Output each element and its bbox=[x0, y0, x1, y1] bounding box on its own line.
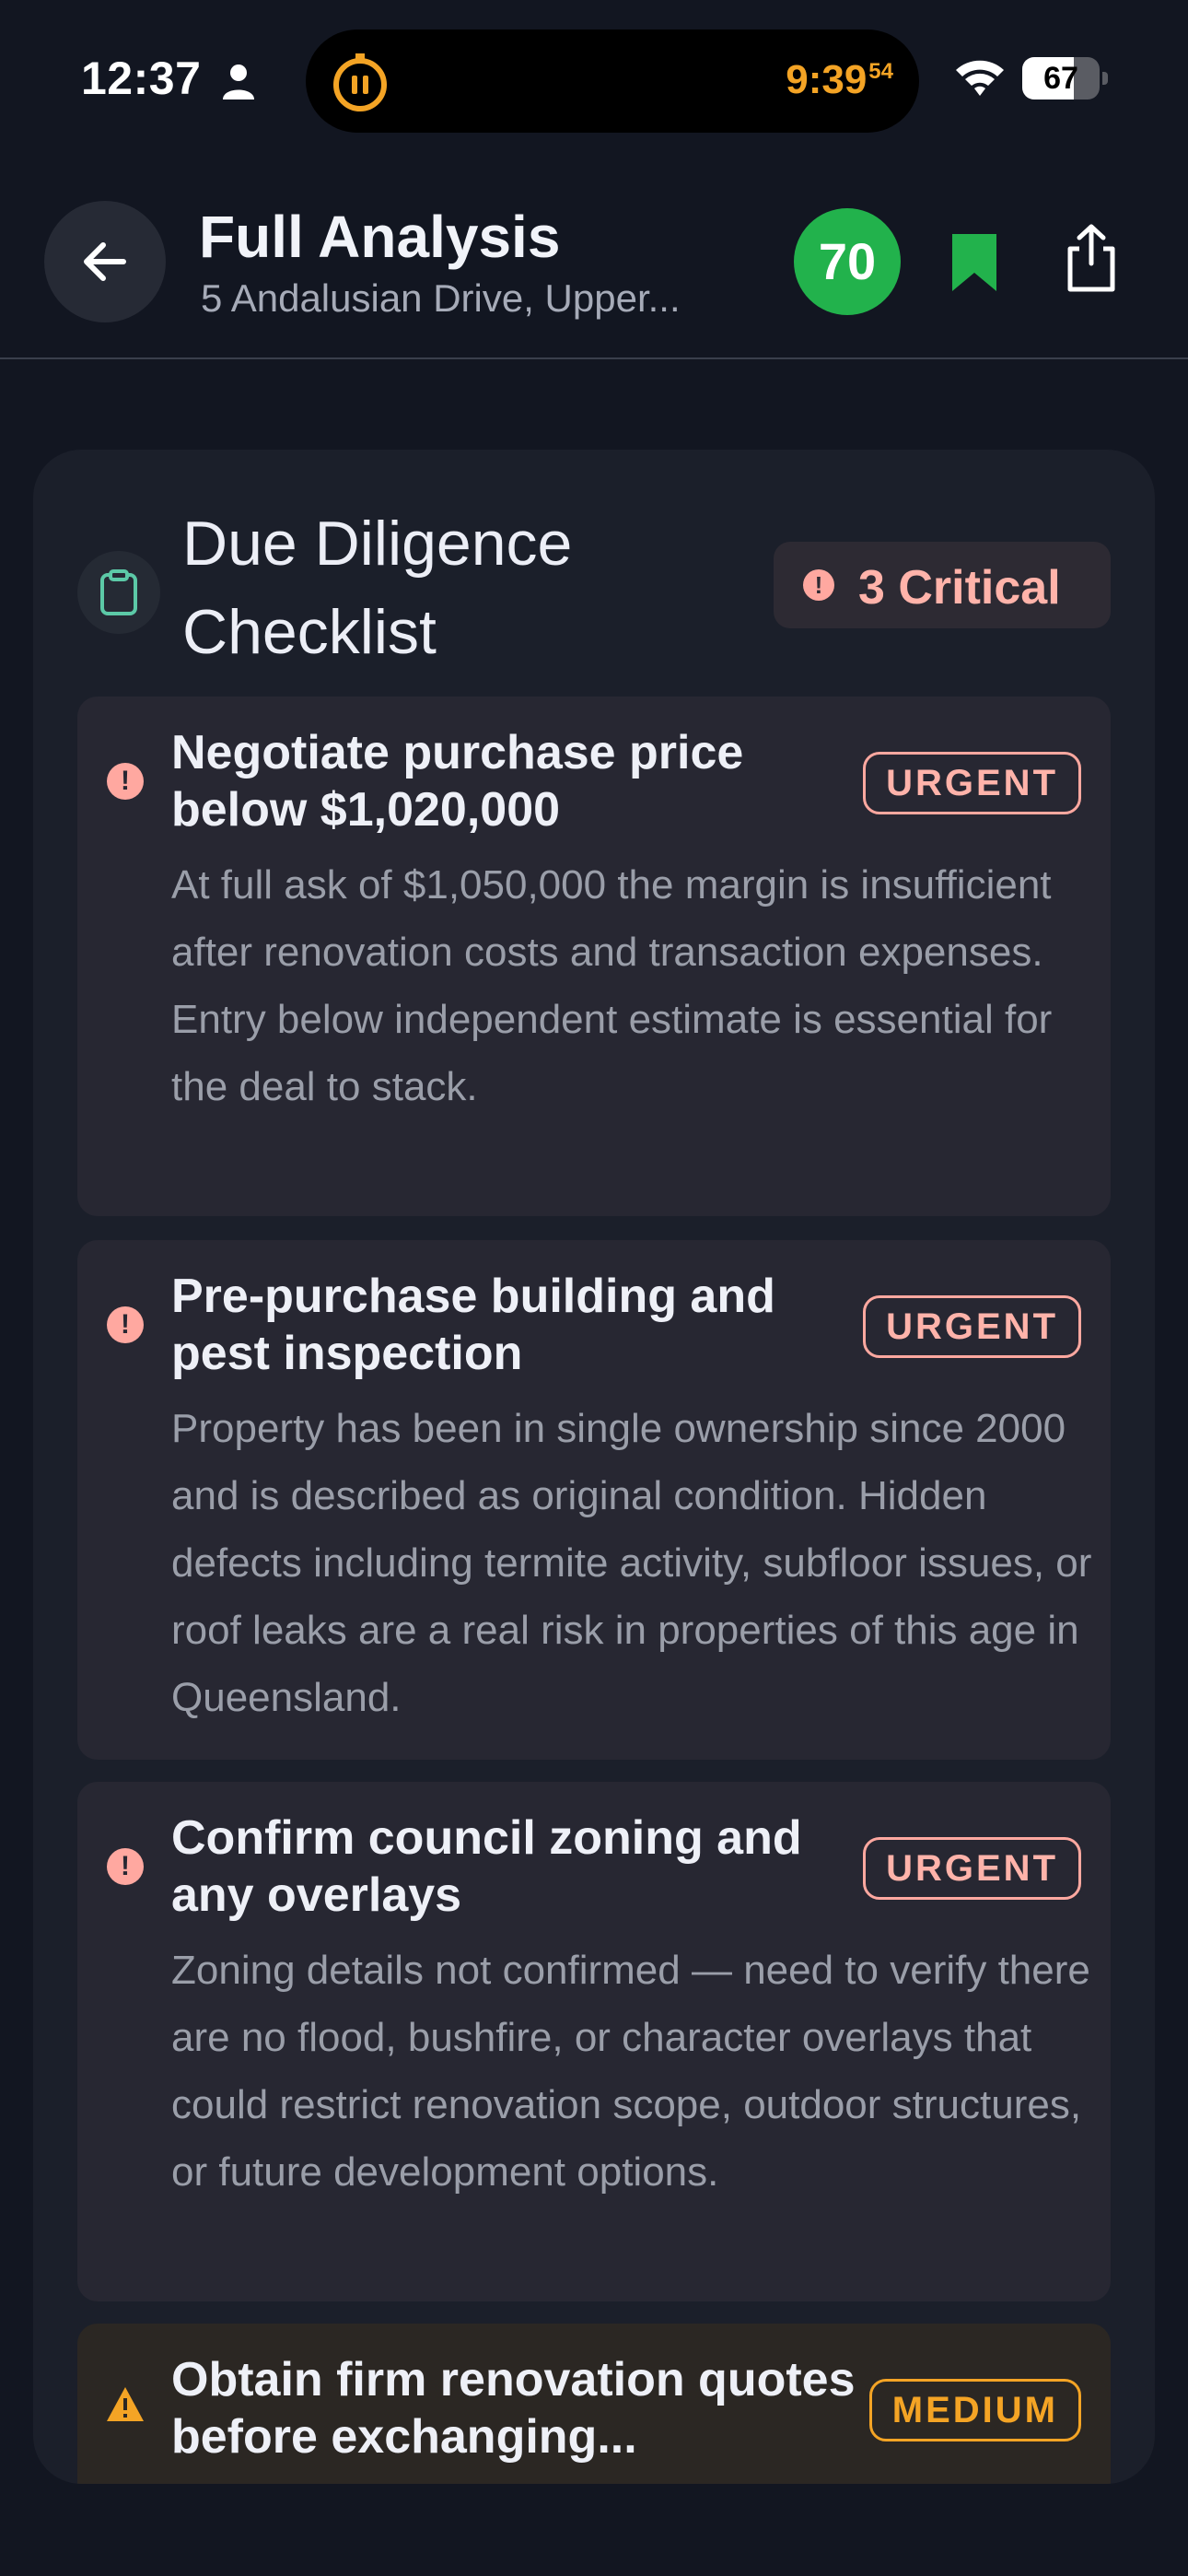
page-title: Full Analysis bbox=[199, 204, 561, 270]
checklist-item[interactable]: Obtain firm renovation quotes before exc… bbox=[77, 2324, 1111, 2484]
warning-icon bbox=[107, 2387, 144, 2421]
item-title: Confirm council zoning and any overlays bbox=[171, 1811, 802, 1922]
bookmark-icon[interactable] bbox=[949, 230, 1000, 295]
item-title: Obtain firm renovation quotes before exc… bbox=[171, 2353, 856, 2464]
score-badge[interactable]: 70 bbox=[794, 208, 901, 315]
person-icon bbox=[223, 64, 254, 100]
status-bar: 12:37 9:3954 67 bbox=[0, 0, 1188, 157]
critical-count-badge: ! 3 Critical bbox=[774, 542, 1111, 628]
battery-indicator: 67 bbox=[1022, 57, 1108, 100]
checklist-item[interactable]: ! Pre-purchase building and pest inspect… bbox=[77, 1240, 1111, 1760]
status-time: 12:37 bbox=[81, 53, 202, 104]
item-title: Negotiate purchase price below $1,020,00… bbox=[171, 726, 744, 837]
clipboard-icon bbox=[77, 551, 160, 634]
card-header: Due Diligence Checklist ! 3 Critical bbox=[33, 450, 1155, 698]
wifi-icon bbox=[956, 60, 1004, 96]
checklist-item[interactable]: ! Negotiate purchase price below $1,020,… bbox=[77, 697, 1111, 1216]
alert-icon: ! bbox=[803, 569, 834, 601]
due-diligence-card: Due Diligence Checklist ! 3 Critical ! N… bbox=[33, 450, 1155, 2484]
timer-pause-icon bbox=[333, 53, 387, 111]
item-description: Zoning details not confirmed — need to v… bbox=[171, 1948, 1090, 2195]
priority-badge: MEDIUM bbox=[868, 2379, 1081, 2441]
alert-icon: ! bbox=[107, 763, 144, 800]
card-title: Due Diligence Checklist bbox=[182, 509, 573, 667]
property-address: 5 Andalusian Drive, Upper... bbox=[201, 276, 681, 320]
alert-icon: ! bbox=[107, 1306, 144, 1343]
alert-icon: ! bbox=[107, 1848, 144, 1885]
priority-badge: URGENT bbox=[863, 1837, 1081, 1900]
item-description: At full ask of $1,050,000 the margin is … bbox=[171, 862, 1053, 1109]
priority-badge: URGENT bbox=[863, 752, 1081, 814]
dynamic-island[interactable]: 9:3954 bbox=[306, 29, 919, 133]
app-header: Full Analysis 5 Andalusian Drive, Upper.… bbox=[0, 157, 1188, 359]
priority-badge: URGENT bbox=[863, 1295, 1081, 1358]
share-icon[interactable] bbox=[1059, 221, 1124, 295]
item-title: Pre-purchase building and pest inspectio… bbox=[171, 1270, 775, 1380]
item-description: Property has been in single ownership si… bbox=[171, 1406, 1092, 1720]
checklist-item[interactable]: ! Confirm council zoning and any overlay… bbox=[77, 1782, 1111, 2301]
back-button[interactable] bbox=[44, 201, 166, 322]
timer-readout: 9:3954 bbox=[786, 57, 893, 102]
arrow-left-icon bbox=[84, 242, 126, 281]
